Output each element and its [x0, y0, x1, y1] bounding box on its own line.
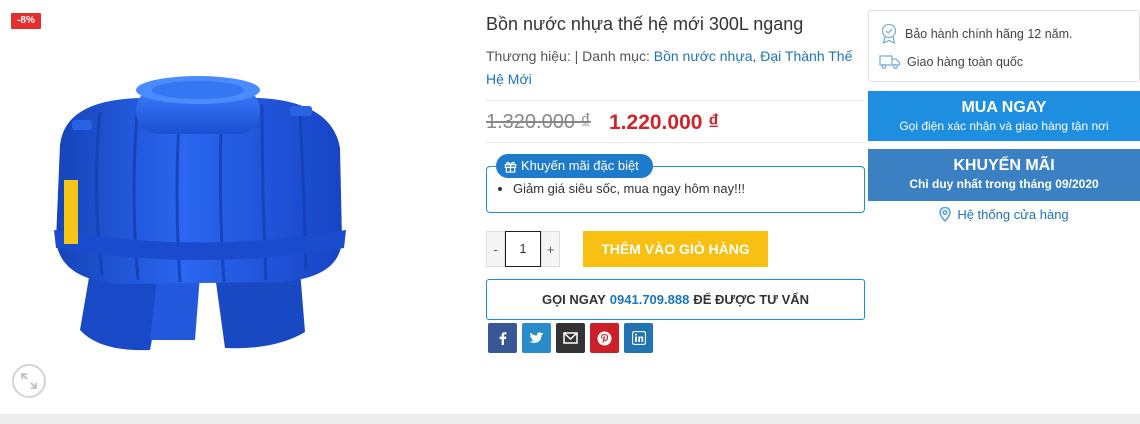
- product-page: -8% Bồn nước nhựa thế hệ mới 300L ngang …: [0, 0, 1140, 414]
- shipping-row: Giao hàng toàn quốc: [879, 54, 1023, 70]
- gift-icon: [504, 161, 517, 173]
- warranty-text: Bảo hành chính hãng 12 năm.: [905, 27, 1073, 41]
- call-now-box[interactable]: GỌI NGAY 0941.709.888 ĐỂ ĐƯỢC TƯ VẤN: [486, 279, 865, 320]
- category-label: | Danh mục:: [574, 48, 650, 64]
- price-old: 1.320.000 ₫: [486, 111, 591, 133]
- page-footer-strip: [0, 414, 1140, 424]
- share-email-button[interactable]: [556, 323, 585, 353]
- promotion-label: KHUYẾN MÃI: [953, 157, 1055, 174]
- truck-icon: [879, 55, 901, 69]
- call-prefix: GỌI NGAY: [541, 292, 606, 307]
- share-facebook-button[interactable]: [488, 323, 517, 353]
- expand-icon: [21, 373, 37, 389]
- buy-now-label: MUA NGAY: [961, 99, 1047, 116]
- promo-item: Giảm giá siêu sốc, mua ngay hôm nay!!!: [513, 181, 745, 196]
- facebook-icon: [499, 332, 506, 345]
- store-system-link[interactable]: Hệ thống cửa hàng: [868, 207, 1140, 222]
- badge-check-icon: [881, 23, 897, 45]
- price-current: 1.220.000 ₫: [609, 111, 720, 134]
- promotion-button[interactable]: KHUYẾN MÃI Chỉ duy nhất trong tháng 09/2…: [868, 149, 1140, 201]
- quantity-stepper: - 1 +: [486, 231, 560, 267]
- product-meta: Thương hiệu: | Danh mục: Bồn nước nhựa, …: [486, 45, 856, 91]
- product-title: Bồn nước nhựa thế hệ mới 300L ngang: [486, 14, 804, 34]
- divider: [486, 100, 864, 101]
- add-to-cart-button[interactable]: THÊM VÀO GIỎ HÀNG: [583, 231, 768, 267]
- brand-label: Thương hiệu:: [486, 48, 571, 64]
- buy-now-button[interactable]: MUA NGAY Gọi điện xác nhận và giao hàng …: [868, 91, 1140, 141]
- promo-box: Khuyến mãi đặc biệt Giảm giá siêu sốc, m…: [486, 154, 865, 213]
- phone-number[interactable]: 0941.709.888: [610, 292, 690, 307]
- pinterest-icon: [597, 331, 612, 345]
- product-gallery: -8%: [0, 0, 470, 414]
- category-separator: ,: [752, 48, 757, 64]
- linkedin-icon: [631, 331, 646, 345]
- quantity-plus-button[interactable]: +: [541, 231, 560, 267]
- call-suffix: ĐỂ ĐƯỢC TƯ VẤN: [693, 292, 810, 307]
- buy-now-subtitle: Gọi điện xác nhận và giao hàng tận nơi: [899, 119, 1109, 133]
- share-buttons: [488, 323, 653, 353]
- category-link[interactable]: Bồn nước nhựa: [654, 48, 753, 64]
- shipping-text: Giao hàng toàn quốc: [907, 55, 1024, 69]
- share-linkedin-button[interactable]: [624, 323, 653, 353]
- warranty-row: Bảo hành chính hãng 12 năm.: [879, 23, 1073, 45]
- sale-badge: -8%: [11, 13, 41, 29]
- share-twitter-button[interactable]: [522, 323, 551, 353]
- quantity-input[interactable]: 1: [505, 231, 541, 267]
- divider: [486, 142, 864, 143]
- map-pin-icon: [939, 207, 952, 222]
- email-icon: [563, 332, 578, 344]
- quantity-minus-button[interactable]: -: [486, 231, 505, 267]
- twitter-icon: [529, 331, 544, 343]
- guarantee-box: Bảo hành chính hãng 12 năm. Giao hàng to…: [868, 10, 1140, 82]
- promo-list: Giảm giá siêu sốc, mua ngay hôm nay!!!: [513, 181, 745, 196]
- promotion-subtitle: Chỉ duy nhất trong tháng 09/2020: [909, 177, 1099, 191]
- product-image[interactable]: [40, 70, 360, 360]
- promo-label-text: Khuyến mãi đặc biệt: [521, 158, 639, 173]
- promo-label: Khuyến mãi đặc biệt: [496, 154, 653, 178]
- share-pinterest-button[interactable]: [590, 323, 619, 353]
- zoom-button[interactable]: [12, 364, 46, 398]
- store-link-text: Hệ thống cửa hàng: [957, 207, 1069, 222]
